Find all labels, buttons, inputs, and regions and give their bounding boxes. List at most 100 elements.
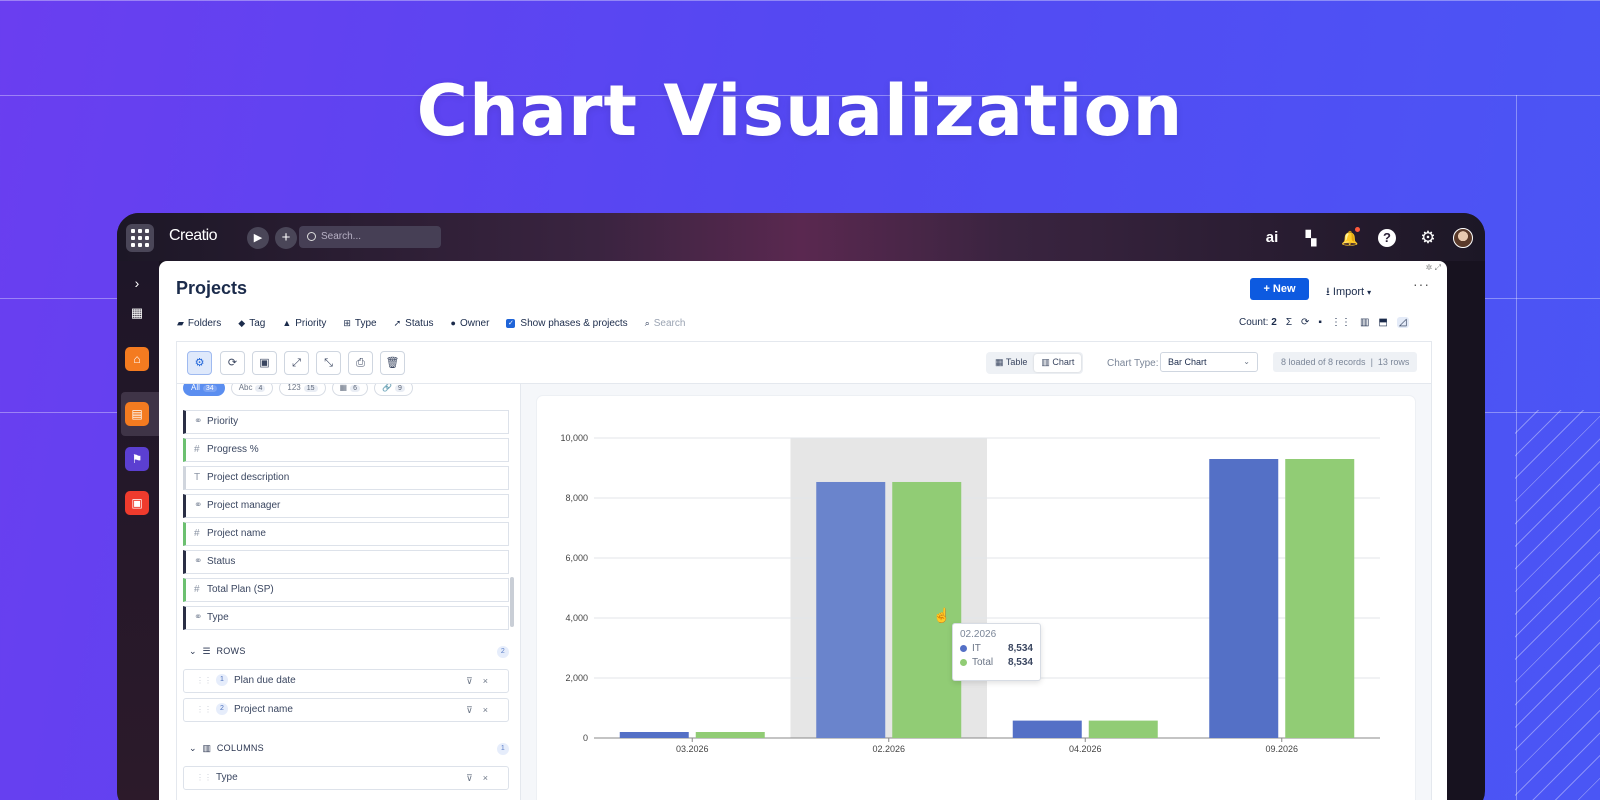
y-tick-label: 0 [583,733,588,743]
fields-sidebar: All 34 Abc 4 123 15 ▦ 6 🔗 9 ⚭ Priority # Progre… [177,384,521,800]
hash-icon: # [194,584,200,595]
filter-status[interactable]: ➚ Status [394,316,434,330]
app-grid-icon[interactable] [126,224,154,252]
chip-number[interactable]: 123 15 [279,384,326,396]
filter-priority[interactable]: ▲ Priority [282,316,326,330]
y-tick-label: 8,000 [565,493,588,503]
filter-remove-icons[interactable]: ⊽× [466,767,498,789]
chip-text[interactable]: Abc 4 [230,384,274,396]
column-field-item[interactable]: ⋮⋮ Type ⊽× [183,766,509,790]
avatar[interactable] [1453,228,1473,248]
filter-label: Priority [295,317,327,329]
checkbox-icon: ✓ [506,318,516,328]
chip-date[interactable]: ▦ 6 [331,384,369,396]
field-item[interactable]: ⚭ Project manager [183,494,509,518]
field-item[interactable]: ⚭ Status [183,550,509,574]
chip-all[interactable]: All 34 [183,384,225,396]
drag-handle-icon[interactable]: ⋮⋮ [196,676,212,685]
expand-icon[interactable]: ⤢ [284,351,309,375]
field-item[interactable]: T Project description [183,466,509,490]
filter-type[interactable]: ⊞ Type [343,316,376,330]
filter-label: Type [354,317,377,329]
hash-icon: # [194,444,200,455]
field-item[interactable]: ⚭ Priority [183,410,509,434]
field-item[interactable]: # Progress % [183,438,509,462]
refresh-icon[interactable]: ⟳ [1301,317,1309,328]
count-toolbar: Count: 2 Σ ⟳ ▪ ⋮⋮ ▥ ⬒ ◿ [1239,317,1409,328]
bar-it-03.2026 [619,732,689,738]
columns-section-header[interactable]: ⌄ ▥ COLUMNS 1 [183,735,509,761]
trash-icon[interactable]: 🗑 [380,351,405,375]
expand-chevron-icon[interactable]: › [125,271,149,295]
new-button[interactable]: + New [1250,278,1309,300]
projects-app-icon[interactable]: ▤ [125,402,149,426]
refresh-icon[interactable]: ⟳ [220,351,245,375]
global-search-input[interactable]: Search... [299,226,441,248]
chip-link[interactable]: 🔗 9 [374,384,413,396]
field-type-chips: All 34 Abc 4 123 15 ▦ 6 🔗 9 [183,384,413,396]
table-view-tab[interactable]: ▦ Table [988,354,1034,372]
gear-icon[interactable]: ⚙ [1417,227,1439,249]
warning-icon: ▲ [282,318,292,328]
notification-dot [1355,227,1360,232]
new-button-label: New [1272,283,1296,295]
bar-chart-icon[interactable]: ▥ [1360,317,1369,328]
export-file-icon[interactable]: ⎙ [348,351,373,375]
help-icon[interactable]: ? [1378,229,1396,247]
apps-icon[interactable]: ▚ [1300,227,1322,249]
drag-handle-icon[interactable]: ⋮⋮ [196,705,212,714]
plus-icon[interactable]: + [275,227,297,249]
tag-icon: ◆ [238,317,246,328]
ai-icon[interactable]: ai [1261,227,1283,249]
filter-remove-icons[interactable]: ⊽× [466,670,498,692]
sidebar-scrollbar[interactable] [510,577,514,627]
export-icon[interactable]: ⬒ [1378,317,1387,328]
home-app-icon[interactable]: ⌂ [125,347,149,371]
chart-type-select[interactable]: Bar Chart ⌄ [1160,352,1258,372]
import-button[interactable]: ⭳ Import ▾ [1326,283,1371,302]
filter-tag[interactable]: ◆ Tag [238,316,265,330]
save-icon[interactable]: ▪ [1318,317,1322,328]
show-phases-checkbox[interactable]: ✓ Show phases & projects [506,316,628,330]
columns-icon[interactable]: ⋮⋮ [1331,317,1351,328]
bar-total-03.2026 [695,732,765,738]
hero-title: Chart Visualization [416,70,1184,152]
x-tick-label: 02.2026 [872,744,905,754]
more-options-button[interactable]: ··· [1413,276,1430,292]
filter-remove-icons[interactable]: ⊽× [466,699,498,721]
sigma-icon[interactable]: Σ [1286,317,1292,328]
bar-total-09.2026 [1285,459,1355,738]
flag-app-icon[interactable]: ⚑ [125,447,149,471]
play-icon[interactable]: ▶ [247,227,269,249]
search-placeholder: Search [653,317,686,329]
row-field-item[interactable]: ⋮⋮ 1 Plan due date ⊽× [183,669,509,693]
field-item[interactable]: ⚭ Type [183,606,509,630]
count-label: Count: 2 [1239,317,1277,328]
chart-view-icon[interactable]: ◿ [1396,317,1409,328]
filter-search-input[interactable]: ⌕ Search [645,316,686,330]
x-tick-label: 03.2026 [676,744,709,754]
rows-icon: ☰ [202,646,211,656]
download-icon: ⭳ [1326,286,1330,298]
calendar-app-icon[interactable]: ▣ [125,491,149,515]
link-icon: ⚭ [194,416,203,427]
field-item[interactable]: # Total Plan (SP) [183,578,509,602]
chart-view-tab[interactable]: ▥ Chart [1034,354,1082,372]
filter-folders[interactable]: ▰ Folders [177,316,221,330]
dashboard-icon[interactable]: ▦ [125,301,149,325]
settings-icon[interactable]: ⚙ [187,351,212,375]
text-icon: T [194,472,201,483]
chevron-down-icon: ⌄ [189,646,197,656]
import-button-label: Import [1332,286,1365,298]
rows-section-header[interactable]: ⌄ ☰ ROWS 2 [183,638,509,664]
collapse-icon[interactable]: ⤡ [316,351,341,375]
drag-handle-icon[interactable]: ⋮⋮ [196,773,212,782]
row-field-item[interactable]: ⋮⋮ 2 Project name ⊽× [183,698,509,722]
deco-line [0,0,1600,1]
bell-icon[interactable]: 🔔 [1339,227,1361,249]
hand-cursor-icon: ☝ [933,607,951,623]
hash-icon: # [194,528,200,539]
field-item[interactable]: # Project name [183,522,509,546]
save-icon[interactable]: ▣ [252,351,277,375]
filter-owner[interactable]: ● Owner [451,316,490,330]
